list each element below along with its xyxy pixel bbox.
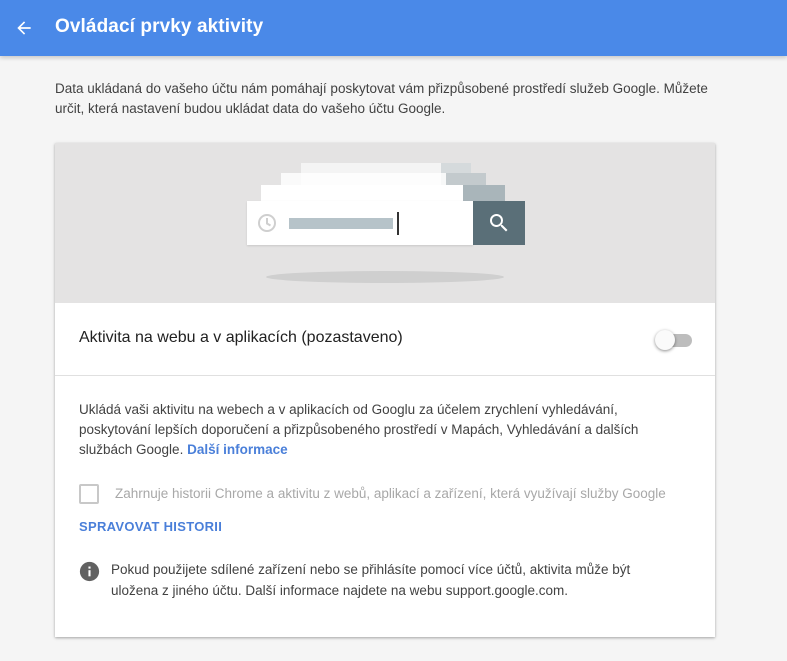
chrome-history-option: Zahrnuje historii Chrome a aktivitu z we… (79, 483, 699, 505)
web-app-activity-row: Aktivita na webu a v aplikacích (pozasta… (55, 303, 715, 376)
app-bar: Ovládací prvky aktivity (0, 0, 787, 56)
arrow-back-icon (17, 21, 31, 35)
activity-description: Ukládá vaši aktivitu na webech a v aplik… (79, 400, 679, 460)
illustration-search-box (247, 201, 473, 245)
illustration-shadow (266, 271, 504, 283)
web-app-activity-toggle[interactable] (655, 329, 695, 351)
intro-text: Data ukládaná do vašeho účtu nám pomáhaj… (55, 81, 708, 116)
toggle-thumb (655, 330, 675, 350)
illustration-query-bar (289, 218, 393, 229)
info-icon (79, 561, 100, 582)
activity-description-text: Ukládá vaši aktivitu na webech a v aplik… (79, 402, 639, 457)
illustration-search-button (473, 201, 525, 245)
chrome-history-label: Zahrnuje historii Chrome a aktivitu z we… (115, 486, 666, 501)
shared-device-note: Pokud použijete sdílené zařízení nebo se… (111, 562, 631, 598)
activity-controls-card: Aktivita na webu a v aplikacích (pozasta… (55, 143, 715, 637)
web-app-activity-label: Aktivita na webu a v aplikacích (pozasta… (79, 329, 403, 346)
text-cursor (397, 212, 399, 235)
search-history-illustration (55, 143, 715, 303)
search-icon (490, 214, 508, 232)
back-button[interactable] (10, 14, 38, 42)
manage-history-button[interactable]: SPRAVOVAT HISTORII (79, 519, 222, 534)
page-title: Ovládací prvky aktivity (55, 16, 264, 37)
chrome-history-checkbox[interactable] (79, 484, 99, 504)
learn-more-link[interactable]: Další informace (187, 442, 288, 457)
clock-icon (258, 214, 276, 232)
